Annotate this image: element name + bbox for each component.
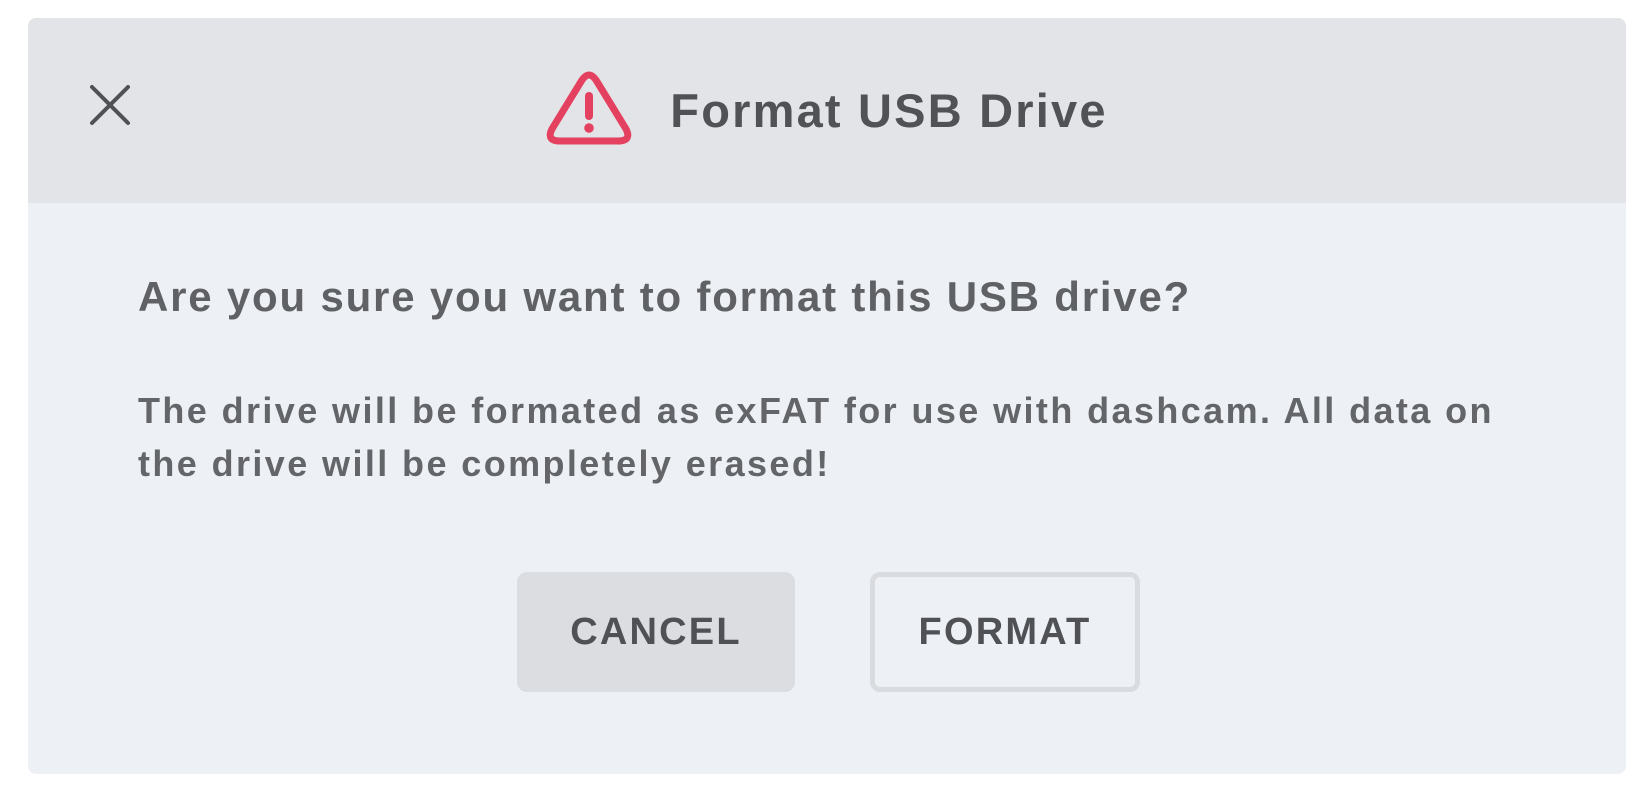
dialog-header: Format USB Drive [28, 18, 1626, 203]
cancel-button[interactable]: CANCEL [517, 572, 795, 692]
warning-triangle-icon [547, 71, 632, 144]
warning-description: The drive will be formated as exFAT for … [138, 390, 1494, 484]
dialog-title-group: Format USB Drive [28, 18, 1626, 203]
format-usb-dialog: Format USB Drive Are you sure you want t… [28, 18, 1626, 774]
format-button[interactable]: FORMAT [870, 572, 1140, 692]
confirmation-question: Are you sure you want to format this USB… [138, 273, 1192, 320]
dialog-title: Format USB Drive [670, 84, 1108, 137]
